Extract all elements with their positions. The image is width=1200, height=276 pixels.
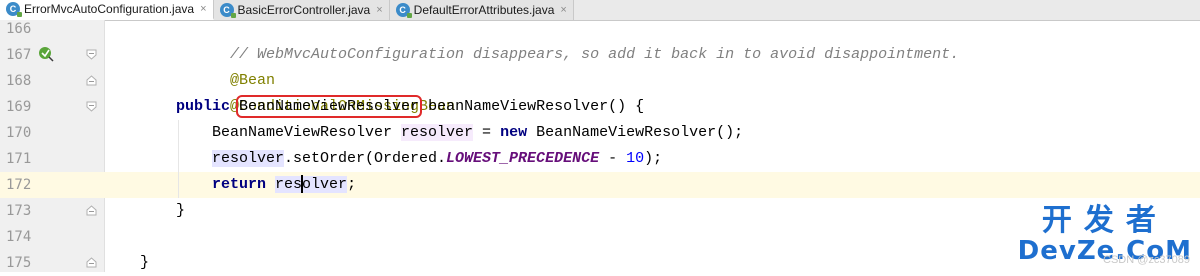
line-number: 174 <box>6 229 32 245</box>
closing-brace: } <box>140 254 150 271</box>
operator: = <box>473 124 501 141</box>
line-number: 167 <box>6 47 32 63</box>
code-text: public BeanNameViewResolver beanNameView… <box>176 94 644 120</box>
variable-part: res <box>275 176 303 193</box>
tab-label: ErrorMvcAutoConfiguration.java <box>24 2 195 16</box>
line-number: 169 <box>6 99 32 115</box>
code-text: BeanNameViewResolver resolver = new Bean… <box>212 120 743 146</box>
tab-label: DefaultErrorAttributes.java <box>413 3 555 17</box>
code-text: resolver.setOrder(Ordered.LOWEST_PRECEDE… <box>212 146 662 172</box>
bean-gutter-icon[interactable] <box>38 46 54 62</box>
code-text: } <box>176 198 185 224</box>
code-text: // WebMvcAutoConfiguration disappears, s… <box>176 16 959 63</box>
indent-guide <box>178 172 179 198</box>
code-line[interactable]: 167 @Bean <box>0 42 1200 89</box>
keyword: return <box>212 176 267 193</box>
close-icon[interactable]: × <box>200 3 206 15</box>
fold-start-icon[interactable] <box>86 101 97 112</box>
fold-end-icon[interactable] <box>86 257 97 268</box>
line-number: 171 <box>6 151 32 167</box>
keyword: public <box>176 98 231 115</box>
constant: LOWEST_PRECEDENCE <box>446 150 600 167</box>
code-line[interactable]: 168 @ConditionalOnMissingBean <box>0 68 1200 115</box>
fold-start-icon[interactable] <box>86 49 97 60</box>
closing-brace: } <box>176 202 186 219</box>
java-class-icon: C <box>219 3 236 18</box>
operator: - <box>599 150 627 167</box>
keyword: new <box>500 124 528 141</box>
line-number: 173 <box>6 203 32 219</box>
fold-icon[interactable] <box>86 75 97 86</box>
line-number: 175 <box>6 255 32 271</box>
number-literal: 10 <box>626 150 645 167</box>
csdn-watermark: CSDN @zc37089 <box>1103 254 1190 266</box>
indent-guide <box>178 146 179 172</box>
variable-highlight: resolver <box>212 150 285 167</box>
java-class-icon: C <box>6 2 22 17</box>
fold-end-icon[interactable] <box>86 205 97 216</box>
indent-guide <box>178 120 179 146</box>
line-number: 170 <box>6 125 32 141</box>
type-name: BeanNameViewResolver <box>212 124 402 141</box>
punctuation: ; <box>347 176 357 193</box>
variable-part: olver <box>302 176 348 193</box>
watermark-chinese-text: 开发者 <box>1041 203 1168 238</box>
method-call: .setOrder(Ordered. <box>284 150 447 167</box>
code-text: @Bean <box>176 42 275 89</box>
code-text: @ConditionalOnMissingBean <box>176 68 455 115</box>
line-number: 172 <box>6 177 32 193</box>
current-code-line[interactable]: 172 return resolver; <box>0 172 1200 198</box>
code-line[interactable]: 169 public BeanNameViewResolver beanName… <box>0 94 1200 120</box>
variable-highlight: resolver <box>275 175 348 194</box>
constructor-call: BeanNameViewResolver(); <box>527 124 744 141</box>
punctuation: ); <box>644 150 663 167</box>
close-icon[interactable]: × <box>376 4 382 16</box>
code-text: return resolver; <box>212 172 356 198</box>
highlighted-return-type: BeanNameViewResolver <box>236 95 423 118</box>
code-text: } <box>140 250 149 276</box>
close-icon[interactable]: × <box>560 4 566 16</box>
line-number: 168 <box>6 73 32 89</box>
code-line[interactable]: 166 // WebMvcAutoConfiguration disappear… <box>0 16 1200 63</box>
code-line[interactable]: 171 resolver.setOrder(Ordered.LOWEST_PRE… <box>0 146 1200 172</box>
variable-highlight: resolver <box>401 124 474 141</box>
line-number: 166 <box>6 21 32 37</box>
method-signature: beanNameViewResolver() { <box>419 98 645 115</box>
tab-label: BasicErrorController.java <box>237 3 371 17</box>
java-class-icon: C <box>395 3 412 18</box>
code-line[interactable]: 170 BeanNameViewResolver resolver = new … <box>0 120 1200 146</box>
